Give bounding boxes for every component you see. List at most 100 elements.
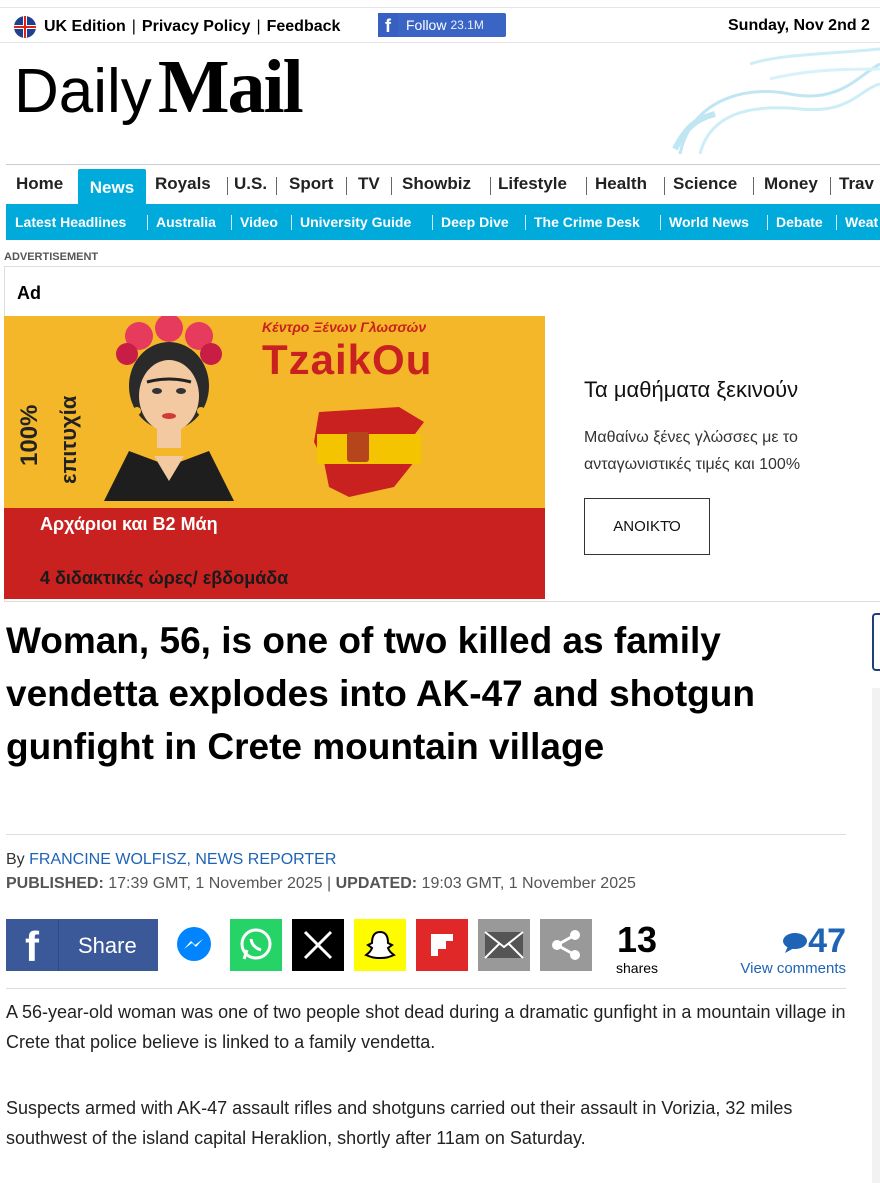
facebook-share-button[interactable]: f Share [6,919,158,971]
more-share-button[interactable] [540,919,592,971]
messenger-share-button[interactable] [168,919,220,971]
nav-divider [830,177,831,195]
divider [6,988,846,989]
ad-woman-illustration [104,316,234,501]
subnav-debate[interactable]: Debate [776,214,823,230]
subnav-divider [432,215,433,230]
messenger-icon [177,927,211,961]
email-icon [484,931,524,959]
x-share-button[interactable] [292,919,344,971]
flipboard-icon [431,934,453,956]
article-headline: Woman, 56, is one of two killed as famil… [6,620,755,767]
subnav-divider [660,215,661,230]
comment-bubble-icon [783,933,808,954]
secondary-nav: Latest Headlines Australia Video Univers… [6,204,880,240]
nav-health[interactable]: Health [595,174,647,194]
article-paragraph: A 56-year-old woman was one of two peopl… [6,1002,846,1052]
primary-nav: Home News Royals U.S. Sport TV Showbiz L… [6,164,880,207]
subnav-divider [767,215,768,230]
uk-edition-link[interactable]: UK Edition [44,18,126,36]
daily-mail-logo[interactable]: DailyMail [14,49,304,127]
share-icon [552,930,580,960]
subnav-world-news[interactable]: World News [669,214,749,230]
subnav-video[interactable]: Video [240,214,278,230]
comment-count-number: 47 [808,922,846,960]
published-time: 17:39 GMT, 1 November 2025 [103,875,328,892]
nav-divider [391,177,392,195]
ad-image[interactable]: 100% επιτυχία Κέντρο Ξένων Γλωσσών Tzaik… [4,316,545,599]
nav-lifestyle[interactable]: Lifestyle [498,174,567,194]
publish-info: PUBLISHED: 17:39 GMT, 1 November 2025 | … [6,875,636,893]
ad-open-button[interactable]: ΑΝΟΙΚΤΌ [584,498,710,555]
feedback-link[interactable]: Feedback [267,18,341,36]
comment-count: 47 [728,922,846,960]
ad-brand-subtitle: Κέντρο Ξένων Γλωσσών [262,319,427,335]
subnav-weather[interactable]: Weat [845,214,878,230]
nav-divider [753,177,754,195]
subnav-deep-dive[interactable]: Deep Dive [441,214,509,230]
sidebar-partial-column [872,688,880,1183]
subnav-australia[interactable]: Australia [156,214,216,230]
snapchat-share-button[interactable] [354,919,406,971]
ad-vertical-success: επιτυχία [56,395,81,484]
follow-label: Follow [406,17,447,33]
whatsapp-share-button[interactable] [230,919,282,971]
nav-divider [664,177,665,195]
current-date: Sunday, Nov 2nd 2 [728,17,870,34]
nav-divider [586,177,587,195]
facebook-icon: f [6,919,59,971]
share-label: Share [78,933,137,958]
ad-description-line-1: Μαθαίνω ξένες γλώσσες με το [584,429,798,446]
nav-travel[interactable]: Trav [839,174,874,194]
nav-royals[interactable]: Royals [155,174,211,194]
share-count-label: shares [616,960,659,976]
decorative-waves-icon [672,47,880,154]
privacy-policy-link[interactable]: Privacy Policy [142,18,251,36]
comments-link[interactable]: 47 View comments [728,922,846,977]
subnav-latest-headlines[interactable]: Latest Headlines [15,214,126,230]
separator: | [256,18,261,35]
facebook-follow-button[interactable]: f Follow 23.1M [378,13,506,37]
logo-daily: Daily [14,57,152,126]
ad-description: Μαθαίνω ξένες γλώσσες με το ανταγωνιστικ… [584,424,800,478]
facebook-icon: f [378,13,398,37]
subnav-divider [147,215,148,230]
updated-label: UPDATED: [335,875,418,892]
subnav-university-guide[interactable]: University Guide [300,214,411,230]
divider [6,834,846,835]
author-link[interactable]: FRANCINE WOLFISZ, NEWS REPORTER [29,851,336,868]
follow-count: 23.1M [450,18,484,32]
nav-divider [227,177,228,195]
spain-map-icon [314,407,424,497]
nav-us[interactable]: U.S. [234,174,267,194]
nav-divider [346,177,347,195]
nav-news[interactable]: News [78,169,146,207]
sidebar-partial-box [872,613,880,671]
article-paragraph: Suspects armed with AK-47 assault rifles… [6,1098,793,1148]
share-count-number: 13 [616,919,658,960]
ad-title[interactable]: Τα μαθήματα ξεκινούν [584,377,798,403]
nav-showbiz[interactable]: Showbiz [402,174,471,194]
whatsapp-icon [240,928,272,960]
separator: | [327,875,332,892]
ad-brand-name: TzaikOu [262,336,433,383]
email-share-button[interactable] [478,919,530,971]
ad-label: Ad [17,283,41,303]
ad-line-1: Αρχάριοι και Β2 Μάη [40,514,218,534]
logo-mail: Mail [157,45,304,129]
nav-science[interactable]: Science [673,174,737,194]
nav-money[interactable]: Money [764,174,818,194]
updated-time: 19:03 GMT, 1 November 2025 [417,875,636,892]
separator: | [131,18,136,35]
published-label: PUBLISHED: [6,875,104,892]
x-icon [303,930,333,960]
subnav-crime-desk[interactable]: The Crime Desk [534,214,640,230]
flipboard-share-button[interactable] [416,919,468,971]
uk-flag-icon [14,16,36,38]
nav-home[interactable]: Home [16,174,63,194]
subnav-divider [836,215,837,230]
top-links: UK Edition | Privacy Policy | Feedback [14,16,340,38]
subnav-divider [525,215,526,230]
nav-sport[interactable]: Sport [289,174,333,194]
nav-tv[interactable]: TV [358,174,380,194]
